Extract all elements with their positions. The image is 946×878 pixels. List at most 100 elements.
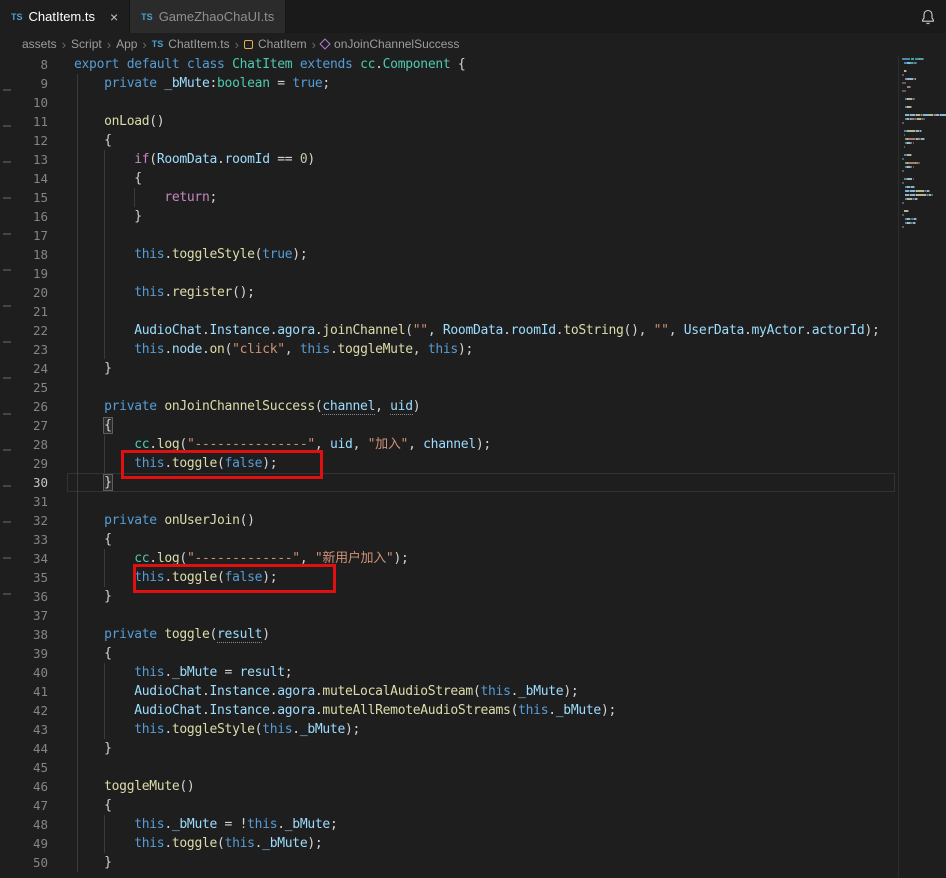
code-line[interactable]: 28 cc.log("---------------", uid, "加入", … [17, 435, 898, 454]
line-number: 26 [32, 399, 48, 414]
code-token: boolean [217, 76, 270, 91]
code-line[interactable]: 12 { [17, 131, 898, 150]
code-line[interactable]: 20 this.register(); [17, 283, 898, 302]
line-number: 16 [32, 209, 48, 224]
code-token: on [209, 342, 225, 357]
code-token: export [74, 57, 120, 72]
code-line[interactable]: 34 cc.log("-------------", "新用户加入"); [17, 549, 898, 568]
code-token: ( [179, 551, 187, 566]
code-line[interactable]: 44 } [17, 739, 898, 758]
code-token: Instance [209, 323, 271, 338]
code-line[interactable]: 14 { [17, 169, 898, 188]
code-line[interactable]: 43 this.toggleStyle(this._bMute); [17, 720, 898, 739]
minimap-token [902, 122, 905, 124]
code-line[interactable]: 35 this.toggle(false); [17, 568, 898, 587]
code-line[interactable]: 39 { [17, 644, 898, 663]
code-token: channel [322, 399, 376, 415]
close-tab-icon[interactable]: × [110, 10, 118, 24]
code-token: class [186, 57, 225, 72]
minimap[interactable] [898, 55, 946, 878]
code-line[interactable]: 33 { [17, 530, 898, 549]
code-line[interactable]: 31 [17, 492, 898, 511]
code-token: this [134, 817, 165, 832]
code-token: (); [232, 285, 255, 300]
breadcrumb-item-script[interactable]: Script [71, 37, 102, 51]
code-line[interactable]: 8 export default class ChatItem extends c… [17, 55, 898, 74]
code-line[interactable]: 21 [17, 302, 898, 321]
code-line[interactable]: 23 this.node.on("click", this.toggleMute… [17, 340, 898, 359]
code-line[interactable]: 15 return; [17, 188, 898, 207]
code-line[interactable]: 36 } [17, 587, 898, 606]
code-token: if [134, 152, 150, 167]
code-line[interactable]: 32 private onUserJoin() [17, 511, 898, 530]
code-line[interactable]: 30 } [17, 473, 898, 492]
code-text: AudioChat.Instance.agora.muteLocalAudioS… [61, 682, 578, 701]
breadcrumb-item-chatitem[interactable]: ChatItem [243, 37, 307, 51]
code-line[interactable]: 10 [17, 93, 898, 112]
code-line[interactable]: 42 AudioChat.Instance.agora.muteAllRemot… [17, 701, 898, 720]
code-token: ); [262, 570, 278, 585]
code-line[interactable]: 18 this.toggleStyle(true); [17, 245, 898, 264]
line-number: 18 [32, 247, 48, 262]
code-line[interactable]: 48 this._bMute = !this._bMute; [17, 815, 898, 834]
code-line[interactable]: 45 [17, 758, 898, 777]
tab-chatitem-ts[interactable]: TS ChatItem.ts × [0, 0, 131, 33]
code-text: private toggle(result) [61, 625, 270, 644]
code-line[interactable]: 40 this._bMute = result; [17, 663, 898, 682]
code-text: this._bMute = !this._bMute; [61, 815, 338, 834]
code-editor[interactable]: 8 export default class ChatItem extends c… [17, 55, 898, 878]
code-line[interactable]: 46 toggleMute() [17, 777, 898, 796]
code-line[interactable]: 37 [17, 606, 898, 625]
code-line[interactable]: 13 if(RoomData.roomId == 0) [17, 150, 898, 169]
code-token: result [239, 665, 285, 680]
code-line[interactable]: 29 this.toggle(false); [17, 454, 898, 473]
code-line[interactable]: 24 } [17, 359, 898, 378]
code-token: "---------------" [186, 437, 315, 452]
code-text: { [61, 416, 113, 435]
code-line[interactable]: 26 private onJoinChannelSuccess(channel,… [17, 397, 898, 416]
code-line[interactable]: 25 [17, 378, 898, 397]
breadcrumb-item-assets[interactable]: assets [22, 37, 57, 51]
breadcrumb-item-chatitem-ts[interactable]: TS ChatItem.ts [152, 37, 230, 51]
code-line[interactable]: 17 [17, 226, 898, 245]
line-number: 20 [32, 285, 48, 300]
code-line[interactable]: 49 this.toggle(this._bMute); [17, 834, 898, 853]
line-number: 28 [32, 437, 48, 452]
minimap-token [912, 142, 914, 144]
code-text: cc.log("---------------", uid, "加入", cha… [61, 435, 491, 454]
breadcrumb-item-app[interactable]: App [116, 37, 137, 51]
code-token: result [217, 627, 263, 643]
code-line[interactable]: 22 AudioChat.Instance.agora.joinChannel(… [17, 321, 898, 340]
code-token: ( [217, 456, 225, 471]
breadcrumb-item-onjoinchannelsuccess[interactable]: onJoinChannelSuccess [319, 37, 459, 51]
code-line[interactable]: 11 onLoad() [17, 112, 898, 131]
line-number: 21 [32, 304, 48, 319]
code-token: false [224, 456, 263, 471]
code-lines: 8 export default class ChatItem extends c… [17, 55, 898, 872]
code-line[interactable]: 50 } [17, 853, 898, 872]
line-number: 32 [32, 513, 48, 528]
code-line[interactable]: 19 [17, 264, 898, 283]
code-line[interactable]: 16 } [17, 207, 898, 226]
typescript-file-icon: TS [141, 11, 153, 22]
code-line[interactable]: 27 { [17, 416, 898, 435]
bell-icon[interactable] [920, 9, 936, 25]
code-text: { [61, 131, 112, 150]
code-line[interactable]: 47 { [17, 796, 898, 815]
code-token: "新用户加入" [314, 551, 394, 566]
code-token: default [126, 57, 180, 72]
code-token: muteAllRemoteAudioStreams [322, 703, 511, 718]
code-line[interactable]: 41 AudioChat.Instance.agora.muteLocalAud… [17, 682, 898, 701]
code-token: ); [393, 551, 409, 566]
tab-gamezhaochaui-ts[interactable]: TS GameZhaoChaUI.ts [130, 0, 287, 33]
code-line[interactable]: 38 private toggle(result) [17, 625, 898, 644]
minimap-token [914, 98, 916, 100]
code-line[interactable]: 9 private _bMute:boolean = true; [17, 74, 898, 93]
code-token: "加入" [367, 437, 409, 452]
code-token: toggleStyle [171, 722, 255, 737]
